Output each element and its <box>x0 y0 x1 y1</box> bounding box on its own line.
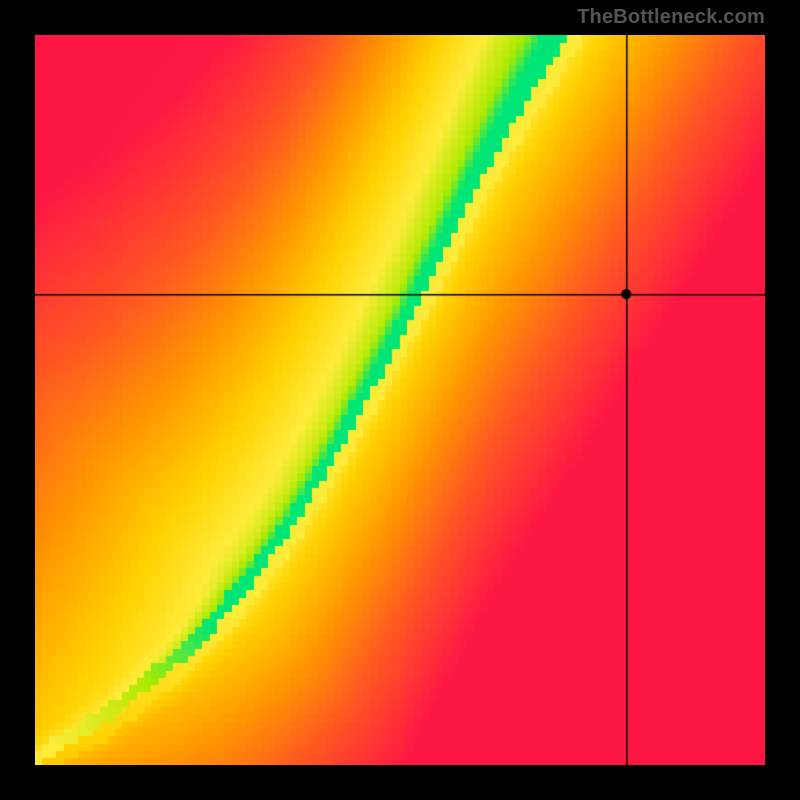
chart-frame: { "watermark": "TheBottleneck.com", "cha… <box>0 0 800 800</box>
heatmap-plot <box>35 35 765 765</box>
watermark-text: TheBottleneck.com <box>577 6 765 29</box>
heatmap-canvas <box>35 35 765 765</box>
